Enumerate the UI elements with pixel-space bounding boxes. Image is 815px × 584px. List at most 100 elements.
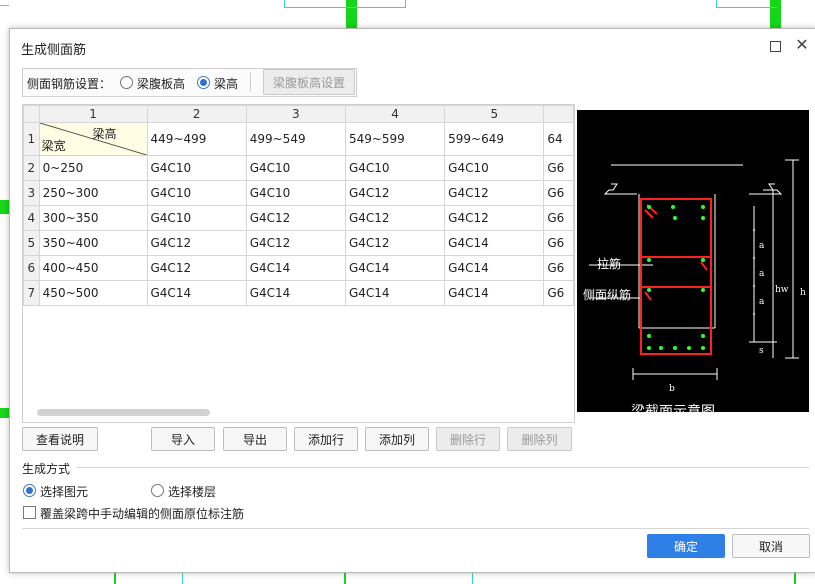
cad-green-line xyxy=(794,572,796,584)
rebar-table[interactable]: 1 2 3 4 5 1 梁高 梁宽 449~499 499~549 549~59… xyxy=(22,104,575,423)
rebar-cell[interactable]: G4C10 xyxy=(146,180,247,206)
radio-beam-height[interactable] xyxy=(197,76,210,89)
diagonal-header-cell[interactable]: 梁高 梁宽 xyxy=(38,122,148,156)
label-side-bar: 侧面纵筋 xyxy=(583,287,631,302)
rebar-cell[interactable]: G4C10 xyxy=(146,155,247,181)
rebar-cell[interactable]: G4C12 xyxy=(245,230,346,256)
rebar-cell[interactable]: G4C10 xyxy=(245,155,346,181)
rebar-cell[interactable]: G4C12 xyxy=(444,205,545,231)
width-range-cell[interactable]: 450~500 xyxy=(38,280,148,306)
generate-mode-title: 生成方式 xyxy=(22,462,71,476)
row-number[interactable]: 3 xyxy=(23,180,40,206)
rebar-cell[interactable]: G4C14 xyxy=(344,280,446,306)
column-header-row: 1 2 3 4 5 xyxy=(23,105,574,123)
width-range-cell[interactable]: 400~450 xyxy=(38,255,148,281)
cad-green-block xyxy=(0,408,9,418)
column-header[interactable]: 1 xyxy=(38,105,148,123)
label-b: b xyxy=(669,384,675,394)
rebar-cell[interactable]: G4C10 xyxy=(344,155,446,181)
rebar-cell[interactable]: G4C12 xyxy=(146,230,247,256)
row-number[interactable]: 7 xyxy=(23,280,40,306)
override-checkbox[interactable] xyxy=(23,506,36,519)
radio-beam-height-label[interactable]: 梁高 xyxy=(214,75,238,92)
rebar-cell[interactable]: G4C14 xyxy=(344,255,446,281)
column-header[interactable] xyxy=(543,105,574,123)
width-range-cell[interactable]: 0~250 xyxy=(38,155,148,181)
rebar-cell[interactable]: G6 xyxy=(543,180,574,206)
maximize-button[interactable] xyxy=(770,41,781,52)
height-range-cell[interactable]: 549~599 xyxy=(344,122,446,156)
rebar-cell[interactable]: G6 xyxy=(543,255,574,281)
rebar-cell[interactable]: G4C12 xyxy=(344,230,446,256)
rebar-cell[interactable]: G4C12 xyxy=(245,205,346,231)
delete-row-button[interactable]: 删除行 xyxy=(436,427,500,451)
radio-select-elements[interactable] xyxy=(23,484,36,497)
rebar-cell[interactable]: G4C12 xyxy=(344,205,446,231)
rebar-cell[interactable]: G4C14 xyxy=(245,280,346,306)
width-range-cell[interactable]: 300~350 xyxy=(38,205,148,231)
horizontal-scrollbar[interactable] xyxy=(37,409,210,416)
rebar-cell[interactable]: G4C10 xyxy=(444,155,545,181)
cad-cyan-line xyxy=(716,0,777,8)
cad-cyan-line xyxy=(0,5,9,7)
radio-web-height[interactable] xyxy=(120,76,133,89)
row-number[interactable]: 1 xyxy=(23,122,40,156)
label-a-2: a xyxy=(759,269,765,279)
web-height-settings-label: 梁腹板高设置 xyxy=(272,76,345,90)
label-s: s xyxy=(759,346,764,356)
column-header[interactable]: 4 xyxy=(344,105,446,123)
rebar-cell[interactable]: G6 xyxy=(543,155,574,181)
row-number[interactable]: 2 xyxy=(23,155,40,181)
rebar-cell[interactable]: G4C14 xyxy=(245,255,346,281)
section-divider xyxy=(77,467,809,468)
rebar-cell[interactable]: G4C14 xyxy=(146,280,247,306)
rebar-cell[interactable]: G4C12 xyxy=(344,180,446,206)
cancel-button[interactable]: 取消 xyxy=(732,534,810,558)
help-button[interactable]: 查看说明 xyxy=(22,427,98,451)
table-row: 2 0~250 G4C10 G4C10 G4C10 G4C10 G6 xyxy=(23,155,574,181)
beam-section-drawing: 拉筋 侧面纵筋 a a a s hw h b 梁截面示意图 xyxy=(583,159,806,425)
export-button[interactable]: 导出 xyxy=(223,427,287,451)
height-range-cell[interactable]: 499~549 xyxy=(245,122,346,156)
cad-green-line xyxy=(114,572,116,584)
column-header[interactable]: 2 xyxy=(146,105,247,123)
add-column-button[interactable]: 添加列 xyxy=(365,427,429,451)
label-h: h xyxy=(800,288,806,298)
rebar-cell[interactable]: G4C14 xyxy=(444,255,545,281)
import-button[interactable]: 导入 xyxy=(151,427,215,451)
cad-cyan-line xyxy=(472,572,474,584)
close-button[interactable]: ✕ xyxy=(794,37,810,53)
height-range-cell[interactable]: 449~499 xyxy=(146,122,247,156)
row-number[interactable]: 5 xyxy=(23,230,40,256)
height-range-cell[interactable]: 64 xyxy=(543,122,574,156)
rebar-cell[interactable]: G4C12 xyxy=(146,255,247,281)
rebar-cell[interactable]: G4C10 xyxy=(146,205,247,231)
rebar-cell[interactable]: G4C14 xyxy=(444,280,545,306)
rebar-cell[interactable]: G6 xyxy=(543,205,574,231)
radio-select-floors[interactable] xyxy=(151,484,164,497)
add-row-button[interactable]: 添加行 xyxy=(294,427,358,451)
delete-column-button[interactable]: 删除列 xyxy=(507,427,572,451)
rebar-cell[interactable]: G4C12 xyxy=(444,180,545,206)
rebar-cell[interactable]: G6 xyxy=(543,280,574,306)
rebar-cell[interactable]: G6 xyxy=(543,230,574,256)
radio-select-floors-label[interactable]: 选择楼层 xyxy=(168,483,216,500)
row-number[interactable]: 4 xyxy=(23,205,40,231)
cad-green-line xyxy=(344,572,346,584)
generate-side-rebar-dialog: 生成侧面筋 ✕ 侧面钢筋设置： 梁腹板高 梁高 梁腹板高设置 1 2 3 4 5 xyxy=(9,28,815,573)
rebar-cell[interactable]: G4C14 xyxy=(444,230,545,256)
web-height-settings-button[interactable]: 梁腹板高设置 xyxy=(263,69,355,95)
footer-divider xyxy=(22,528,809,529)
row-number[interactable]: 6 xyxy=(23,255,40,281)
column-header[interactable]: 5 xyxy=(444,105,545,123)
height-range-cell[interactable]: 599~649 xyxy=(444,122,545,156)
radio-select-elements-label[interactable]: 选择图元 xyxy=(40,483,88,500)
override-label[interactable]: 覆盖梁跨中手动编辑的侧面原位标注筋 xyxy=(40,505,244,522)
radio-web-height-label[interactable]: 梁腹板高 xyxy=(137,75,185,92)
ok-button[interactable]: 确定 xyxy=(647,534,725,558)
width-range-cell[interactable]: 250~300 xyxy=(38,180,148,206)
column-header[interactable]: 3 xyxy=(245,105,346,123)
table-row: 4 300~350 G4C10 G4C12 G4C12 G4C12 G6 xyxy=(23,205,574,231)
rebar-cell[interactable]: G4C10 xyxy=(245,180,346,206)
width-range-cell[interactable]: 350~400 xyxy=(38,230,148,256)
